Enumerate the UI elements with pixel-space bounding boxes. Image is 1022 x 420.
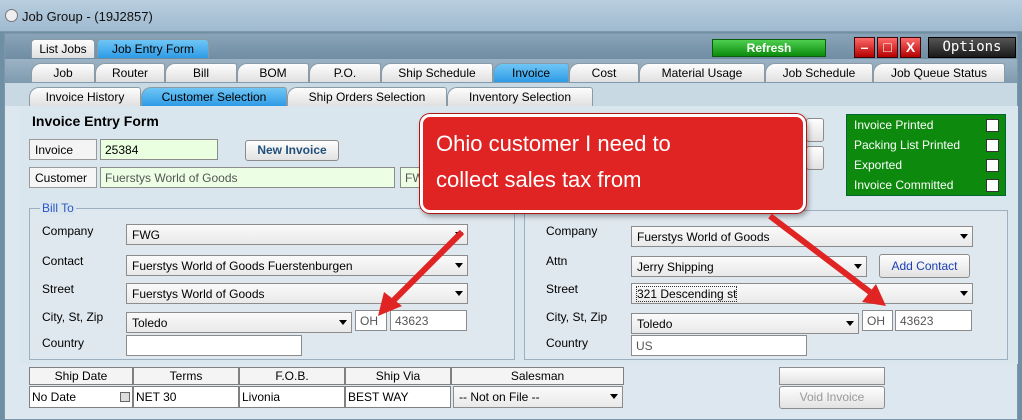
annotation-arrows xyxy=(378,213,886,316)
annotation-arrow-right xyxy=(768,213,872,295)
annotation-arrow-left xyxy=(389,229,465,305)
